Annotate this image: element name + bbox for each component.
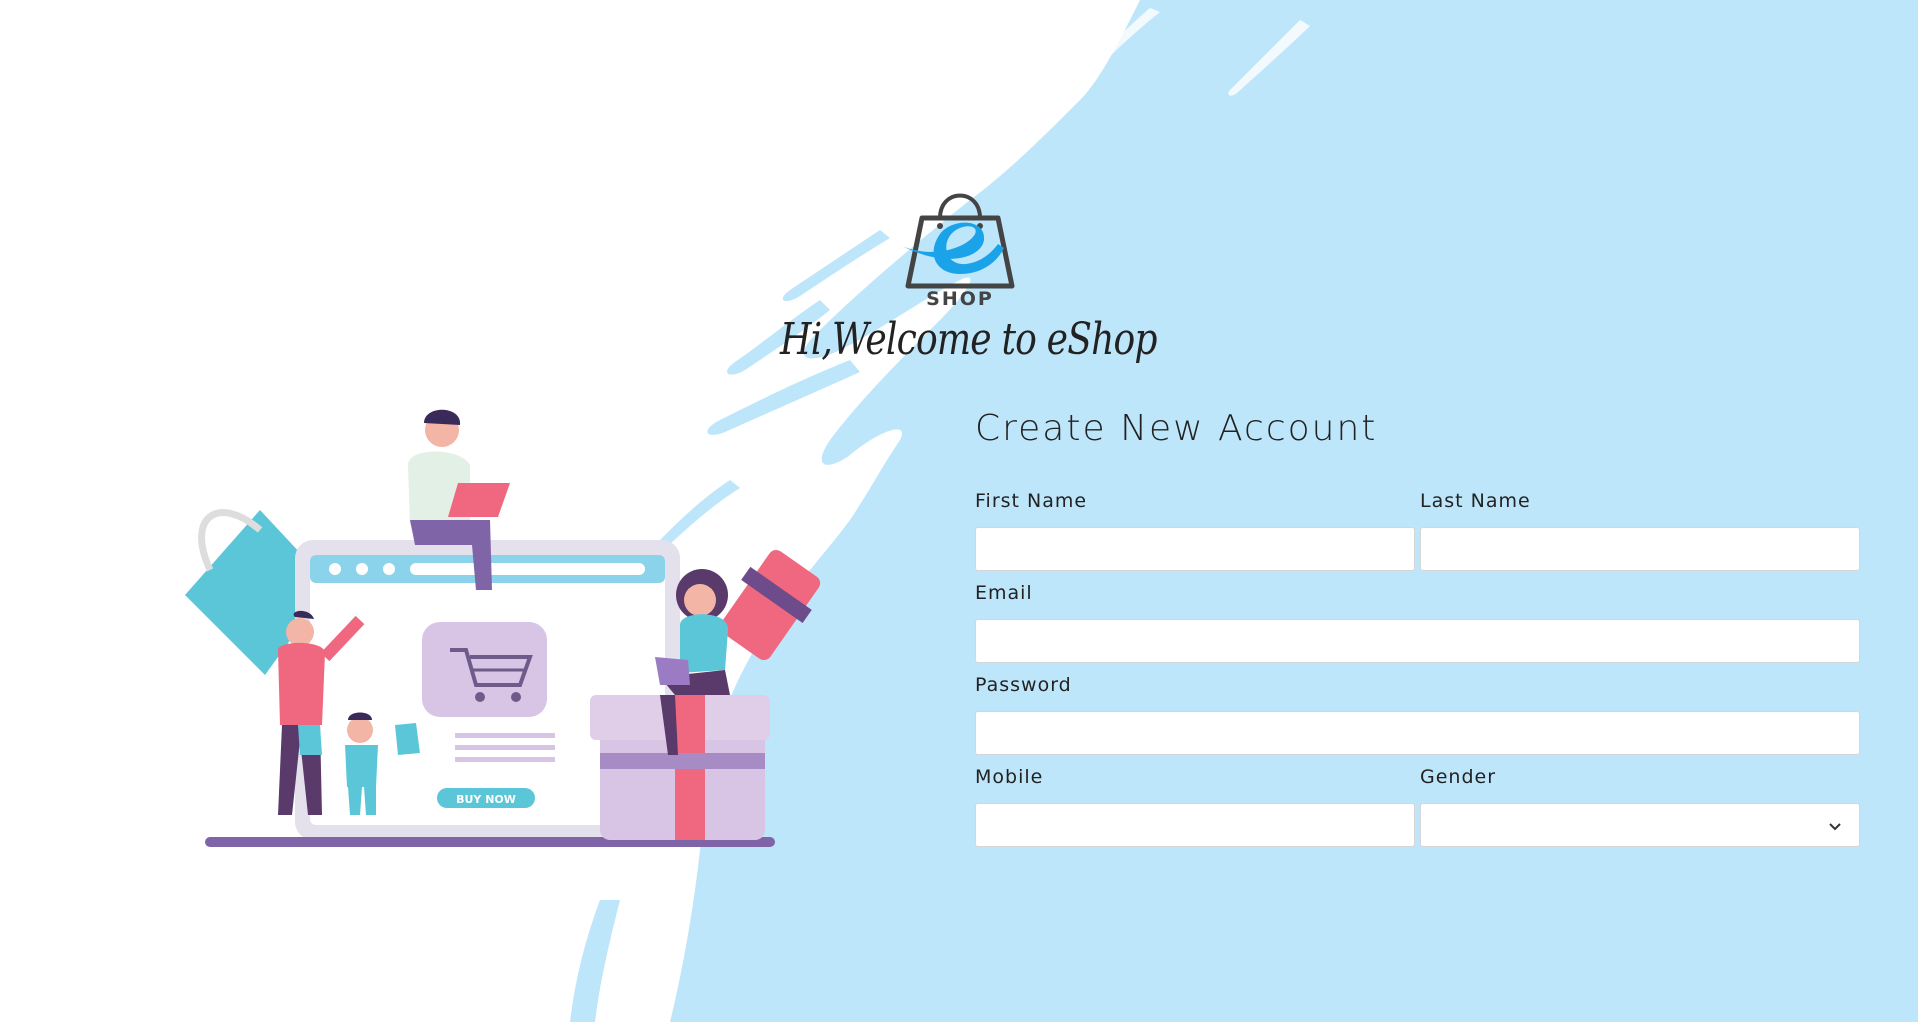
mobile-label: Mobile xyxy=(975,766,1044,788)
password-input[interactable] xyxy=(975,711,1860,755)
eshop-logo: SHOP xyxy=(900,178,1020,310)
last-name-input[interactable] xyxy=(1420,527,1860,571)
logo-text: SHOP xyxy=(926,288,994,310)
buy-now-label: BUY NOW xyxy=(456,793,516,806)
chevron-down-icon xyxy=(1829,823,1841,831)
first-name-label: First Name xyxy=(975,490,1088,512)
first-name-input[interactable] xyxy=(975,527,1415,571)
gender-label: Gender xyxy=(1420,766,1497,788)
shopping-illustration: BUY NOW xyxy=(185,409,821,847)
form-title: Create New Account xyxy=(975,408,1378,449)
email-input[interactable] xyxy=(975,619,1860,663)
last-name-label: Last Name xyxy=(1420,490,1531,512)
shopping-bag-icon xyxy=(902,193,1015,289)
email-label: Email xyxy=(975,582,1033,604)
welcome-heading: Hi,Welcome to eShop xyxy=(780,314,1158,365)
password-label: Password xyxy=(975,674,1072,696)
mobile-input[interactable] xyxy=(975,803,1415,847)
gender-select[interactable] xyxy=(1420,803,1860,847)
